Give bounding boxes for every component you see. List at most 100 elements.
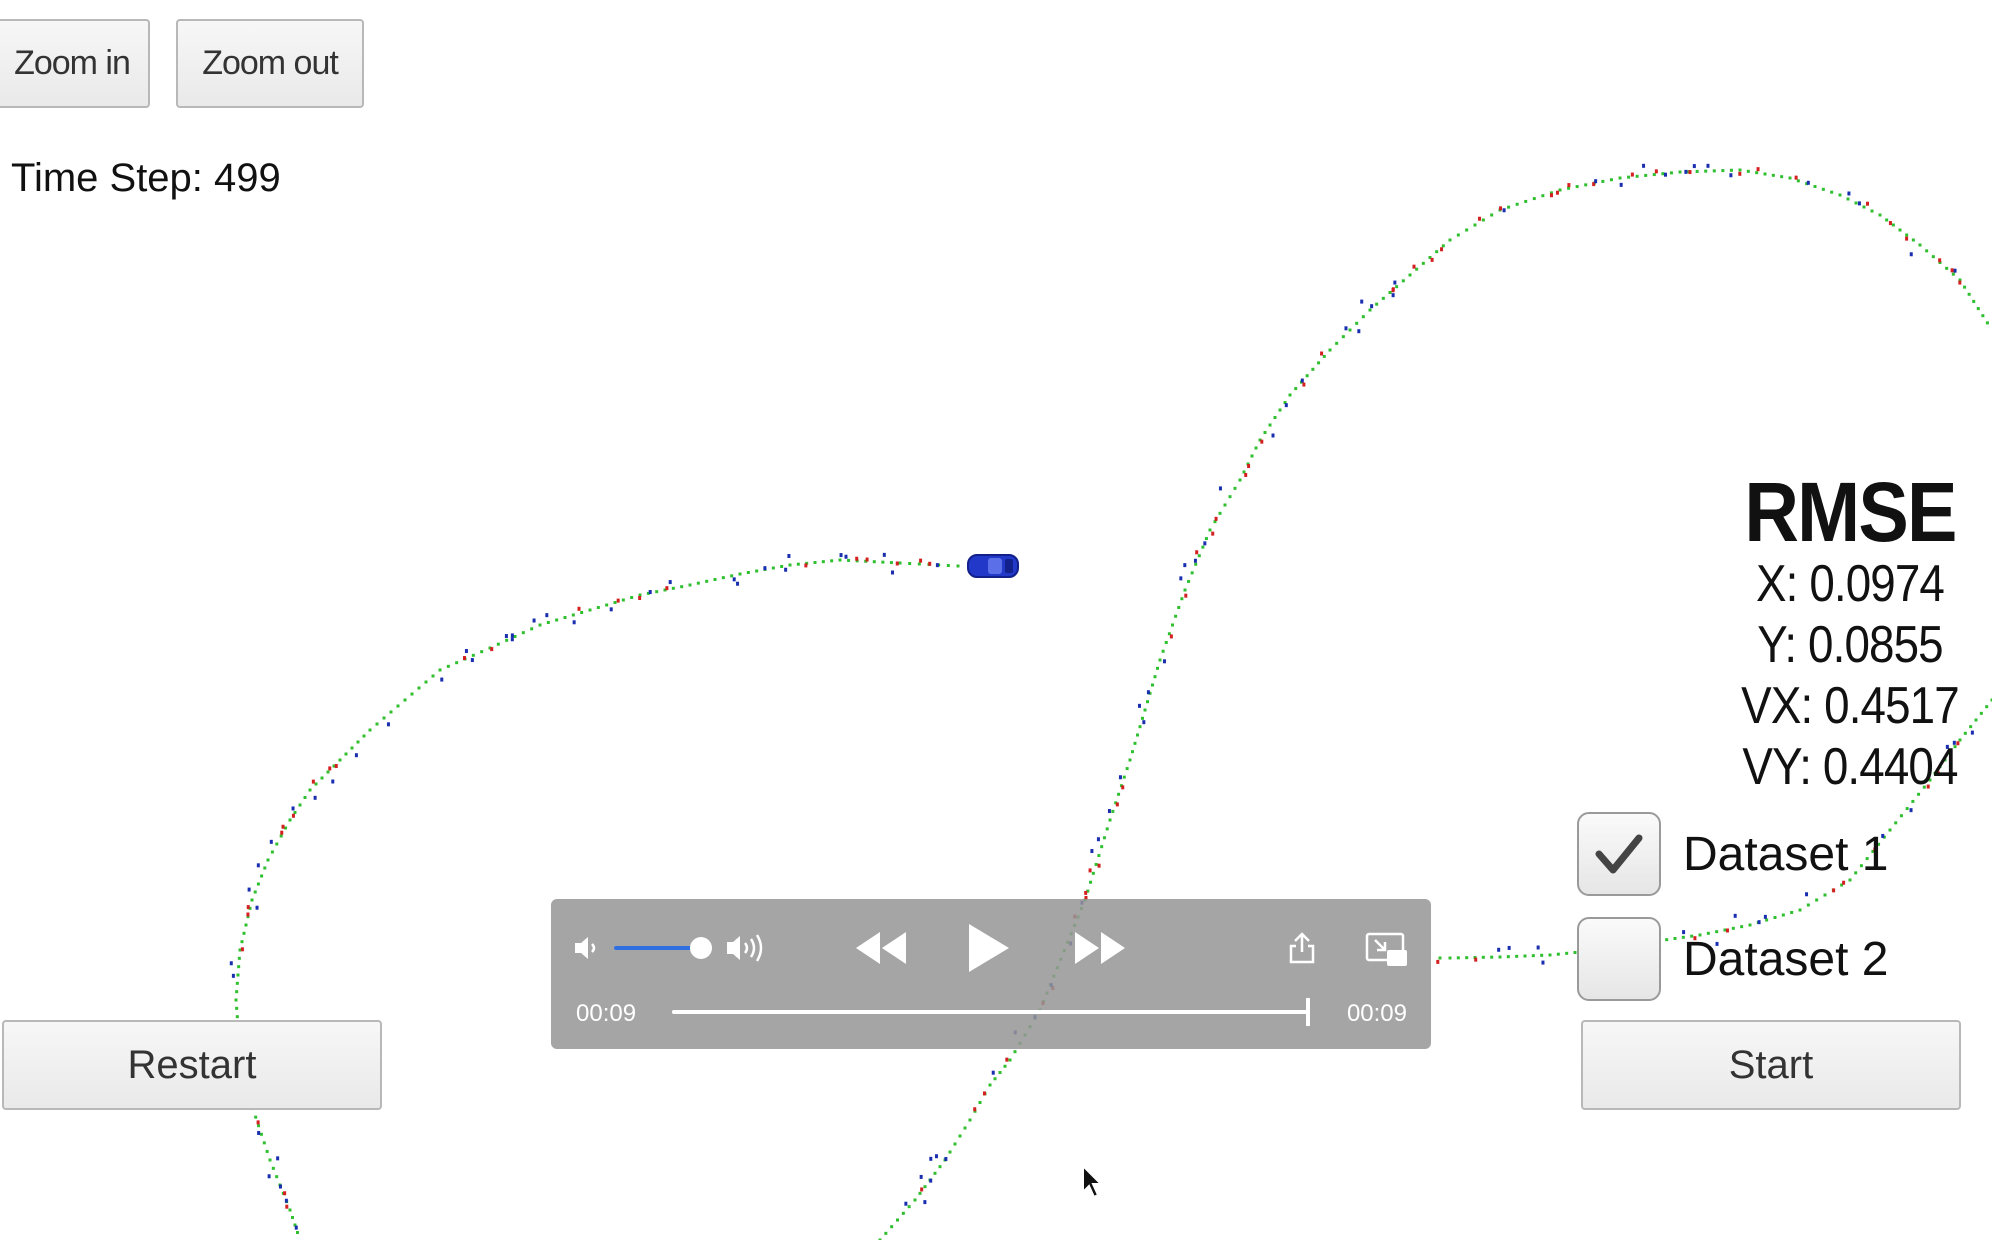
volume-slider-knob[interactable] <box>690 937 713 959</box>
lidar-marker <box>1121 785 1125 790</box>
radar-marker <box>256 863 260 868</box>
track-point <box>1361 315 1365 319</box>
track-point <box>1322 354 1326 358</box>
track-point <box>1540 953 1544 957</box>
track-point <box>1294 387 1298 391</box>
track-point <box>1515 954 1519 958</box>
radar-marker <box>732 577 736 582</box>
volume-slider[interactable] <box>614 937 713 959</box>
progress-playhead[interactable] <box>1306 998 1310 1026</box>
zoom-out-button[interactable]: Zoom out <box>176 19 364 108</box>
track-point <box>1888 828 1892 832</box>
track-point <box>988 1083 992 1087</box>
track-point <box>403 698 407 702</box>
track-point <box>496 642 500 646</box>
track-point <box>1771 173 1775 177</box>
picture-in-picture-icon[interactable] <box>1365 932 1409 968</box>
track-point <box>257 1124 261 1128</box>
track-point <box>275 1175 279 1179</box>
volume-slider-fill <box>614 946 702 950</box>
radar-marker <box>1183 563 1187 568</box>
track-point <box>1862 205 1866 209</box>
start-button[interactable]: Start <box>1581 1020 1961 1110</box>
radar-marker <box>1541 960 1545 965</box>
lidar-marker <box>246 912 250 917</box>
radar-marker <box>386 722 390 727</box>
track-point <box>270 850 274 854</box>
track-point <box>1556 952 1560 956</box>
lidar-marker <box>1214 516 1218 521</box>
track-point <box>838 558 842 562</box>
track-point <box>1278 408 1282 412</box>
radar-marker <box>784 567 788 572</box>
radar-marker <box>1857 201 1861 206</box>
track-point <box>1976 307 1980 311</box>
share-icon[interactable] <box>1288 932 1316 964</box>
track-point <box>1089 880 1093 884</box>
lidar-marker <box>1958 280 1962 285</box>
dataset-1-checkbox[interactable] <box>1577 812 1661 896</box>
track-point <box>571 613 575 617</box>
track-point <box>978 1101 982 1104</box>
lidar-marker <box>1084 890 1088 895</box>
radar-marker <box>545 613 549 618</box>
play-icon[interactable] <box>965 922 1011 974</box>
radar-marker <box>944 1156 948 1161</box>
track-point <box>291 1216 294 1219</box>
track-point <box>621 598 625 602</box>
volume-high-icon[interactable] <box>725 932 771 964</box>
track-point <box>368 728 372 732</box>
radar-marker <box>1729 173 1733 178</box>
track-point <box>1128 758 1132 762</box>
track-point <box>1473 223 1477 227</box>
radar-marker <box>255 905 259 910</box>
track-point <box>1972 299 1976 303</box>
zoom-in-button[interactable]: Zoom in <box>0 19 150 108</box>
track-point <box>1878 213 1882 217</box>
track-point <box>890 1225 894 1229</box>
track-point <box>344 752 348 756</box>
fast-forward-icon[interactable] <box>1073 929 1127 967</box>
dataset-1-option[interactable]: Dataset 1 <box>1577 810 1888 898</box>
track-point <box>1328 348 1332 352</box>
dataset-2-option[interactable]: Dataset 2 <box>1577 915 1888 1003</box>
lidar-marker <box>865 557 869 562</box>
lidar-marker <box>334 764 338 769</box>
radar-marker <box>648 590 652 595</box>
track-point <box>265 1149 269 1153</box>
track-point <box>1448 238 1452 242</box>
dataset-2-checkbox[interactable] <box>1577 917 1661 1001</box>
track-point <box>588 608 592 612</box>
track-point <box>480 650 484 654</box>
track-point <box>1575 185 1579 189</box>
volume-low-icon[interactable] <box>573 934 603 962</box>
progress-bar[interactable] <box>672 998 1310 1026</box>
track-point <box>1618 176 1622 180</box>
lidar-marker <box>1320 351 1324 356</box>
track-point <box>293 811 297 814</box>
radar-marker <box>1203 541 1207 546</box>
track-point <box>948 1150 952 1154</box>
track-point <box>1506 955 1510 959</box>
track-point <box>889 561 893 565</box>
radar-marker <box>1684 169 1688 174</box>
restart-button[interactable]: Restart <box>2 1020 382 1110</box>
track-point <box>1421 261 1425 265</box>
radar-marker <box>1507 945 1511 950</box>
total-time-label: 00:09 <box>1346 1000 1407 1027</box>
track-point <box>1174 614 1178 618</box>
radar-marker <box>904 1201 908 1206</box>
lidar-marker <box>1440 247 1444 252</box>
track-point <box>1891 223 1895 227</box>
track-point <box>410 692 414 696</box>
track-point <box>1911 238 1915 242</box>
track-point <box>1465 228 1469 232</box>
track-point <box>1408 273 1412 277</box>
radar-marker <box>763 566 767 571</box>
track-point <box>1465 956 1469 960</box>
lidar-marker <box>281 824 285 829</box>
rewind-icon[interactable] <box>854 929 908 967</box>
radar-marker <box>1953 268 1957 273</box>
track-point <box>1815 898 1819 902</box>
track-point <box>953 1142 957 1146</box>
